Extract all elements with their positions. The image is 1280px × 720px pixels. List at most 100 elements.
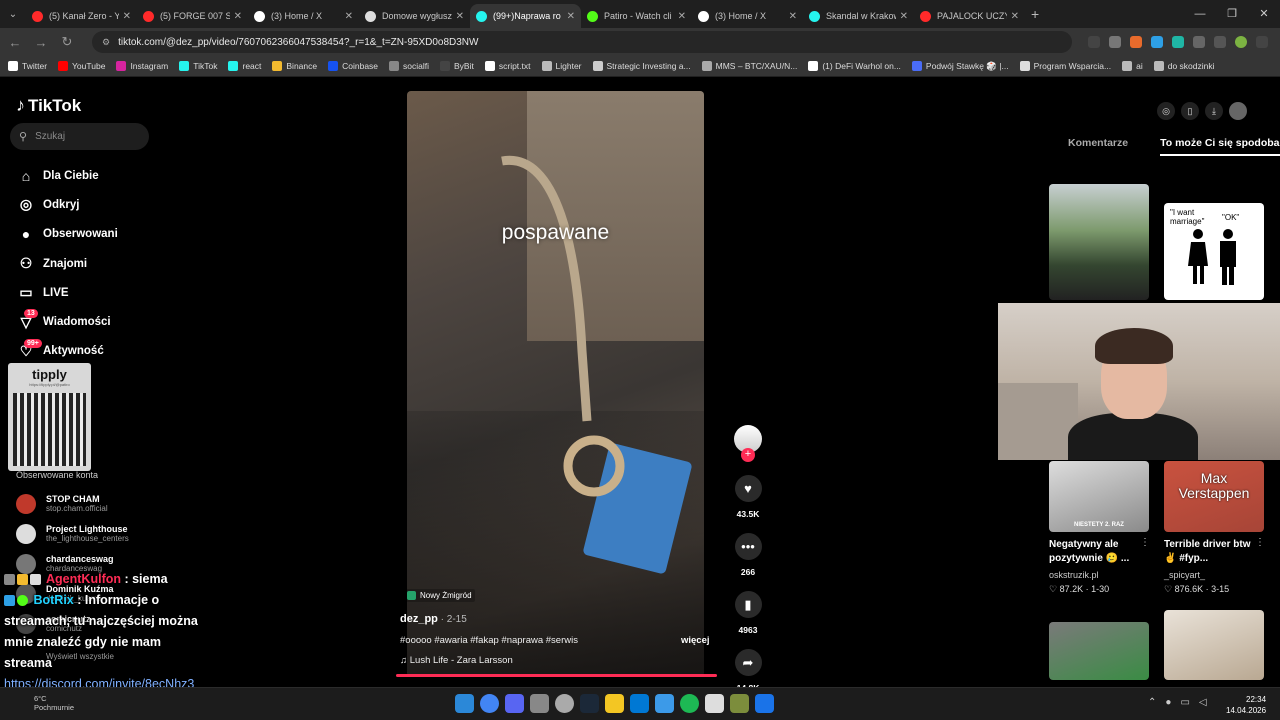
minimize-icon[interactable]: — <box>1184 0 1216 28</box>
device-icon[interactable]: ▯ <box>1181 102 1199 120</box>
chevron-up-icon[interactable]: ⌃ <box>1148 697 1156 708</box>
browser-tab[interactable]: Domowe wygłusz ✕ <box>359 4 470 28</box>
follow-plus-icon[interactable]: + <box>741 448 755 462</box>
followed-account[interactable]: STOP CHAM stop.cham.official <box>16 494 108 514</box>
obs-icon[interactable] <box>555 694 574 713</box>
suggested-video-title[interactable]: Negatywny ale pozytywnie 🥲 ... <box>1049 538 1149 566</box>
forward-icon[interactable]: → <box>30 35 52 50</box>
microphone-icon[interactable]: ● <box>1165 697 1171 708</box>
sidebar-item-dla-ciebie[interactable]: ⌂ Dla Ciebie <box>16 161 118 190</box>
bookmark-item[interactable]: TikTok <box>179 61 217 71</box>
video-hashtags[interactable]: #ooooo #awaria #fakap #naprawa #serwis <box>400 635 578 646</box>
save-action[interactable]: ▮ 4963 <box>733 591 763 635</box>
browser-tab[interactable]: PAJALOCK UCZY ✕ <box>914 4 1025 28</box>
extensions-puzzle-icon[interactable] <box>1193 36 1205 48</box>
coins-icon[interactable]: ◎ <box>1157 102 1175 120</box>
more-options-icon[interactable]: ⋮ <box>1255 537 1265 548</box>
location-tag[interactable]: Nowy Żmigród <box>404 589 475 602</box>
app-icon[interactable] <box>655 694 674 713</box>
bookmark-item[interactable]: Lighter <box>541 61 582 71</box>
share-icon[interactable]: ➦ <box>734 649 762 676</box>
bookmark-item[interactable]: ai <box>1122 61 1143 71</box>
taskbar-clock[interactable]: 22:34 14.04.2026 <box>1226 694 1266 716</box>
spotify-icon[interactable] <box>680 694 699 713</box>
bookmark-item[interactable]: (1) DeFi Warhol on... <box>808 61 901 71</box>
start-icon[interactable] <box>455 694 474 713</box>
star-icon[interactable] <box>1109 36 1121 48</box>
tab-search-dropdown[interactable]: ⌄ <box>0 0 26 28</box>
app-icon[interactable] <box>730 694 749 713</box>
sidebar-item-odkryj[interactable]: ◎ Odkryj <box>16 190 118 219</box>
video-progress-bar[interactable] <box>396 674 717 677</box>
reload-icon[interactable]: ↻ <box>56 34 78 50</box>
url-bar[interactable]: ⚙ tiktok.com/@dez_pp/video/7607062366047… <box>92 31 1072 53</box>
discord-icon[interactable] <box>505 694 524 713</box>
close-tab-icon[interactable]: ✕ <box>456 11 464 22</box>
weather-widget[interactable]: 6°C Pochmurnie <box>34 694 74 712</box>
site-info-icon[interactable]: ⚙ <box>102 37 110 48</box>
browser-tab[interactable]: (3) Home / X ✕ <box>692 4 803 28</box>
comment-icon[interactable]: ••• <box>734 533 762 560</box>
bookmark-item[interactable]: Twitter <box>8 61 47 71</box>
video-music[interactable]: ♫ Lush Life - Zara Larsson <box>400 655 513 666</box>
extension-teal-icon[interactable] <box>1172 36 1184 48</box>
close-tab-icon[interactable]: ✕ <box>678 11 686 22</box>
download-icon[interactable]: ⤓ <box>1205 102 1223 120</box>
suggested-video-author[interactable]: oskstruzik.pl <box>1049 570 1099 580</box>
new-tab-button[interactable]: + <box>1031 6 1039 22</box>
tab-comments[interactable]: Komentarze <box>1068 137 1128 156</box>
browser-tab[interactable]: Skandal w Krakow ✕ <box>803 4 914 28</box>
bookmark-icon[interactable]: ▮ <box>734 591 762 618</box>
suggested-video-thumb[interactable]: "I want marriage" "OK" <box>1164 203 1264 300</box>
followed-account[interactable]: Project Lighthouse the_lighthouse_centers <box>16 524 129 544</box>
close-tab-icon[interactable]: ✕ <box>789 11 797 22</box>
bookmark-item[interactable]: Program Wsparcia... <box>1019 61 1111 71</box>
close-window-icon[interactable]: ✕ <box>1248 0 1280 28</box>
close-tab-icon[interactable]: ✕ <box>234 11 242 22</box>
close-tab-icon[interactable]: ✕ <box>567 11 575 22</box>
more-button[interactable]: więcej <box>681 635 710 646</box>
extension-fox-icon[interactable] <box>1130 36 1142 48</box>
author-avatar[interactable]: + <box>734 425 762 462</box>
suggested-video-thumb[interactable] <box>1049 184 1149 300</box>
sidebar-item-obserwowani[interactable]: ● Obserwowani <box>16 220 118 249</box>
edge-icon[interactable] <box>630 694 649 713</box>
bookmark-item[interactable]: Coinbase <box>328 61 378 71</box>
sidebar-item-aktywność[interactable]: ♡ 99+ Aktywność <box>16 337 118 366</box>
file-explorer-icon[interactable] <box>605 694 624 713</box>
comment-action[interactable]: ••• 266 <box>733 533 763 577</box>
suggested-video-thumb[interactable]: Max Verstappen <box>1164 461 1264 532</box>
restore-icon[interactable]: ❐ <box>1216 0 1248 28</box>
volume-icon[interactable]: ◁ <box>1199 697 1207 708</box>
tiktok-logo[interactable]: ♪ TikTok <box>16 95 81 116</box>
bookmark-item[interactable]: Strategic Investing a... <box>592 61 691 71</box>
sidebar-item-wiadomości[interactable]: ▽ 13 Wiadomości <box>16 307 118 336</box>
bookmark-item[interactable]: ByBit <box>440 61 474 71</box>
bookmark-item[interactable]: MMS – BTC/XAU/N... <box>701 61 797 71</box>
browser-tab[interactable]: (5) FORGE 007 Sp ✕ <box>137 4 248 28</box>
bookmark-item[interactable]: do skodzinki <box>1153 61 1215 71</box>
bookmark-item[interactable]: YouTube <box>58 61 105 71</box>
steam-icon[interactable] <box>580 694 599 713</box>
profile-avatar-icon[interactable] <box>1235 36 1247 48</box>
sidebar-item-live[interactable]: ▭ LIVE <box>16 278 118 307</box>
chrome-icon[interactable] <box>480 694 499 713</box>
close-tab-icon[interactable]: ✕ <box>345 11 353 22</box>
bookmark-item[interactable]: Instagram <box>116 61 168 71</box>
search-input[interactable]: ⚲ Szukaj <box>10 123 149 150</box>
suggested-video-thumb[interactable]: NIESTETY 2. RAZ <box>1049 461 1149 532</box>
user-avatar-icon[interactable] <box>1229 102 1247 120</box>
heart-icon[interactable]: ♥ <box>734 475 762 502</box>
suggested-video-title[interactable]: Terrible driver btw ✌️ #fyp... <box>1164 538 1264 566</box>
network-icon[interactable]: ▭ <box>1180 697 1189 708</box>
browser-tab[interactable]: Patiro - Watch cli ✕ <box>581 4 692 28</box>
bookmark-item[interactable]: Binance <box>272 61 317 71</box>
app-icon[interactable] <box>530 694 549 713</box>
close-tab-icon[interactable]: ✕ <box>1011 11 1019 22</box>
tab-suggested[interactable]: To może Ci się spodobać <box>1160 137 1280 156</box>
bookmark-item[interactable]: react <box>228 61 261 71</box>
browser-tab[interactable]: (99+)Naprawa ro ✕ <box>470 4 581 28</box>
app-icon[interactable] <box>755 694 774 713</box>
close-tab-icon[interactable]: ✕ <box>123 11 131 22</box>
sidebar-item-znajomi[interactable]: ⚇ Znajomi <box>16 249 118 278</box>
